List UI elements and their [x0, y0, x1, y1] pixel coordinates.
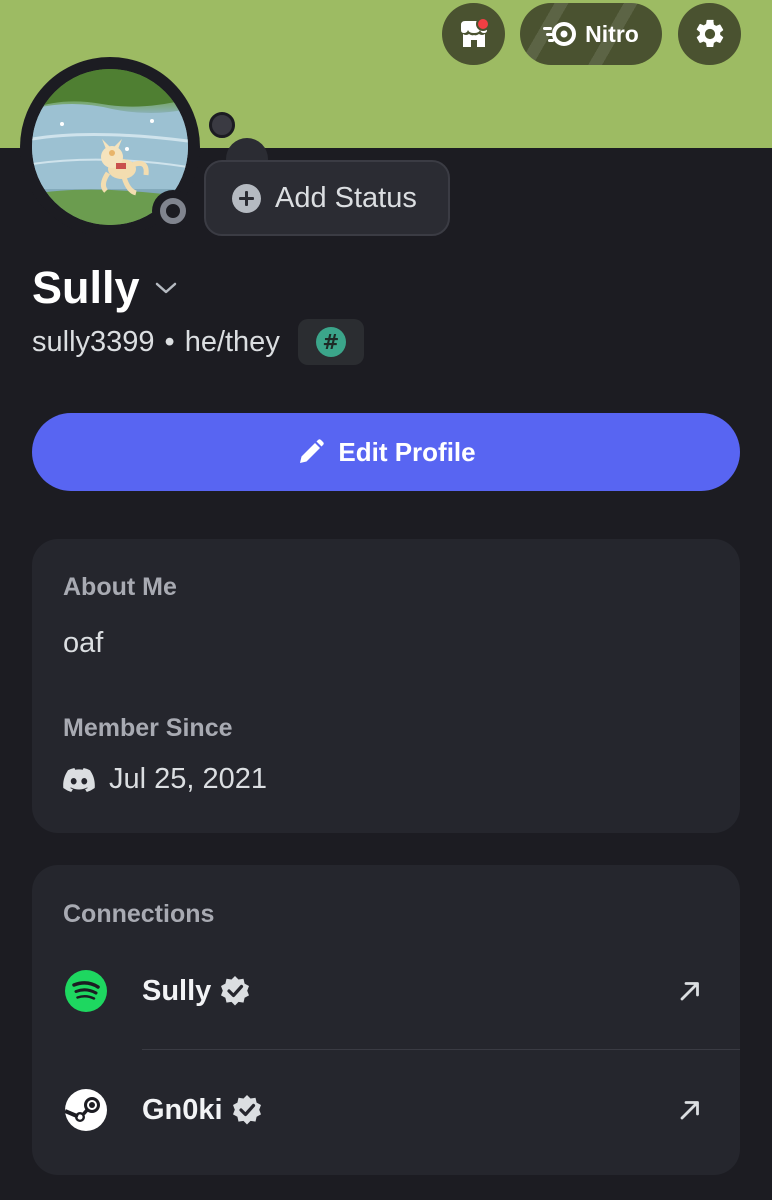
add-status-button[interactable]: Add Status	[204, 160, 450, 236]
plus-circle-icon	[232, 183, 261, 213]
connection-steam[interactable]: Gn0ki	[32, 1067, 740, 1153]
nitro-icon	[543, 22, 577, 46]
connections-heading: Connections	[63, 900, 215, 928]
username: sully3399	[32, 325, 155, 358]
connection-name: Gn0ki	[142, 1094, 263, 1127]
member-since-date: Jul 25, 2021	[109, 763, 268, 795]
connection-name-text: Sully	[142, 974, 212, 1007]
separator: •	[164, 325, 175, 358]
settings-button[interactable]	[678, 3, 741, 65]
member-since-heading: Member Since	[63, 714, 233, 742]
about-text: oaf	[63, 627, 104, 659]
shop-button[interactable]	[442, 3, 505, 65]
nitro-button[interactable]: Nitro	[520, 3, 662, 65]
display-name: Sully	[32, 262, 140, 313]
presence-indicator	[152, 190, 194, 232]
gear-icon	[696, 19, 723, 48]
spotify-icon	[65, 970, 107, 1012]
connection-name-text: Gn0ki	[142, 1093, 223, 1126]
discord-icon	[63, 767, 95, 792]
verified-icon	[221, 976, 250, 1006]
status-bubble-tail	[209, 112, 235, 138]
connection-spotify[interactable]: Sully	[32, 948, 740, 1034]
pronouns: he/they	[184, 325, 280, 358]
edit-profile-label: Edit Profile	[338, 436, 476, 467]
verified-icon	[232, 1095, 261, 1125]
add-status-label: Add Status	[275, 181, 417, 214]
connections-card: Connections Sully Gn0ki	[32, 865, 740, 1175]
member-since-row: Jul 25, 2021	[63, 763, 267, 796]
external-link-icon[interactable]	[676, 1096, 704, 1124]
nitro-label: Nitro	[585, 20, 639, 47]
steam-icon	[65, 1089, 107, 1131]
about-heading: About Me	[63, 573, 177, 601]
hash-badge[interactable]: #	[297, 319, 364, 365]
username-row: sully3399 • he/they #	[32, 319, 364, 365]
about-card: About Me oaf Member Since Jul 25, 2021	[32, 539, 740, 833]
pencil-icon	[300, 439, 325, 463]
hash-icon: #	[315, 327, 346, 357]
connection-name: Sully	[142, 975, 251, 1008]
edit-profile-button[interactable]: Edit Profile	[32, 413, 740, 491]
chevron-down-icon	[155, 282, 176, 294]
connection-divider	[142, 1049, 740, 1050]
shop-icon	[460, 17, 490, 47]
external-link-icon[interactable]	[676, 977, 704, 1005]
display-name-row[interactable]: Sully	[32, 262, 178, 314]
